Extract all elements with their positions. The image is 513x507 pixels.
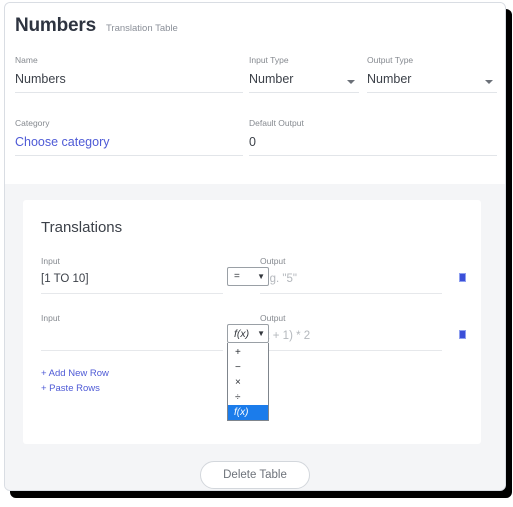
operator-dropdown-list[interactable]: + − × ÷ f(x) xyxy=(227,343,269,421)
chevron-down-icon: ▼ xyxy=(257,271,265,281)
output-type-label: Output Type xyxy=(367,55,414,65)
row-operator-value: = xyxy=(234,271,240,282)
input-column-label: Input xyxy=(41,256,60,266)
default-output-label: Default Output xyxy=(249,118,304,128)
row-operator-select[interactable]: f(x) ▼ xyxy=(227,324,269,343)
page-title: Numbers xyxy=(15,15,96,36)
output-type-field: Output Type Number xyxy=(367,55,497,93)
row-operator-value: f(x) xyxy=(234,327,250,340)
default-output-field: Default Output 0 xyxy=(249,118,497,156)
translations-section: Translations Input Output [1 TO 10] = ▼ … xyxy=(5,184,505,490)
name-field: Name Numbers xyxy=(15,55,243,93)
table-row: Input Output [1 TO 10] = ▼ e.g. "5" xyxy=(23,256,481,313)
input-type-field: Input Type Number xyxy=(249,55,359,93)
table-row: Input Output f(x) ▼ + − × ÷ f(x) (x + 1)… xyxy=(23,313,481,421)
row-color-marker[interactable] xyxy=(459,273,466,282)
choose-category-link[interactable]: Choose category xyxy=(15,135,243,156)
translations-title: Translations xyxy=(41,219,123,236)
name-input[interactable]: Numbers xyxy=(15,72,243,93)
output-column-label: Output xyxy=(260,256,286,266)
translations-panel: Translations Input Output [1 TO 10] = ▼ … xyxy=(23,200,481,444)
operator-option-multiply[interactable]: × xyxy=(228,375,268,390)
operator-option-function[interactable]: f(x) xyxy=(228,405,268,420)
operator-option-plus[interactable]: + xyxy=(228,345,268,360)
form-section: Numbers Translation Table Name Numbers I… xyxy=(5,3,505,184)
footer-actions: Delete Table xyxy=(5,461,505,489)
operator-option-divide[interactable]: ÷ xyxy=(228,390,268,405)
app-window: Numbers Translation Table Name Numbers I… xyxy=(0,0,513,507)
input-column-label: Input xyxy=(41,313,60,323)
input-type-label: Input Type xyxy=(249,55,289,65)
header: Numbers Translation Table xyxy=(5,3,505,37)
paste-rows-link[interactable]: + Paste Rows xyxy=(41,381,109,396)
input-type-select[interactable]: Number xyxy=(249,72,359,93)
row-input-field[interactable]: [1 TO 10] xyxy=(41,269,223,294)
chevron-down-icon xyxy=(347,80,355,84)
category-label: Category xyxy=(15,118,50,128)
row-actions: + Add New Row + Paste Rows xyxy=(41,366,109,396)
delete-table-button[interactable]: Delete Table xyxy=(200,461,310,489)
add-new-row-link[interactable]: + Add New Row xyxy=(41,366,109,381)
output-type-select[interactable]: Number xyxy=(367,72,497,93)
chevron-down-icon: ▼ xyxy=(257,328,265,338)
row-input-field[interactable] xyxy=(41,326,223,351)
row-output-field[interactable]: (x + 1) * 2 xyxy=(260,326,442,351)
page-subtitle: Translation Table xyxy=(105,23,178,34)
translation-rows: Input Output [1 TO 10] = ▼ e.g. "5" Inpu… xyxy=(23,256,481,421)
output-column-label: Output xyxy=(260,313,286,323)
operator-option-minus[interactable]: − xyxy=(228,360,268,375)
default-output-input[interactable]: 0 xyxy=(249,135,497,156)
category-field: Category Choose category xyxy=(15,118,243,156)
table-editor-card: Numbers Translation Table Name Numbers I… xyxy=(4,2,506,491)
chevron-down-icon xyxy=(485,80,493,84)
row-color-marker[interactable] xyxy=(459,330,466,339)
name-label: Name xyxy=(15,55,38,65)
row-operator-select[interactable]: = ▼ xyxy=(227,267,269,286)
row-output-field[interactable]: e.g. "5" xyxy=(260,269,442,294)
